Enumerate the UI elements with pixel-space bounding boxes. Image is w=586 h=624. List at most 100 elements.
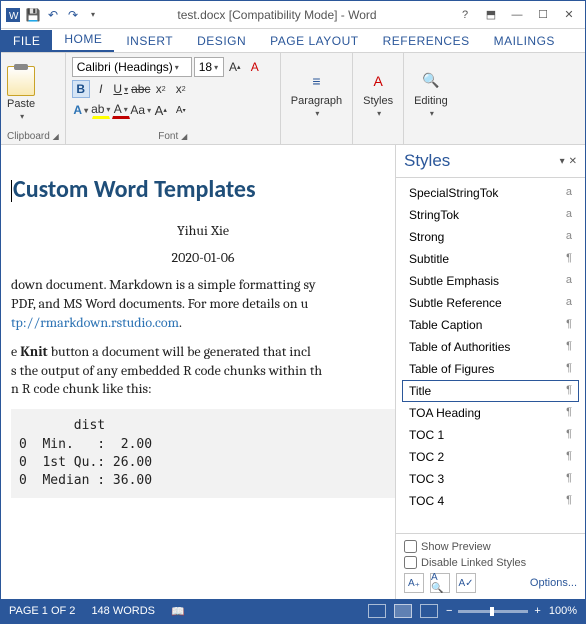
word-count[interactable]: 148 WORDS [91, 605, 155, 617]
window-title: test.docx [Compatibility Mode] - Word [101, 8, 453, 22]
group-editing: 🔍 Editing ▾ [404, 53, 458, 144]
svg-text:W: W [9, 11, 19, 22]
paragraph-button[interactable]: ≡ Paragraph ▾ [287, 67, 346, 120]
strikethrough-button[interactable]: abc [132, 80, 150, 98]
paste-label: Paste [7, 98, 35, 110]
style-item[interactable]: TOC 1¶ [402, 424, 579, 446]
tab-home[interactable]: HOME [52, 28, 114, 52]
tab-insert[interactable]: INSERT [114, 30, 185, 52]
font-size-combo[interactable]: 18▾ [194, 57, 224, 77]
chevron-down-icon: ▾ [430, 109, 434, 118]
save-icon[interactable]: 💾 [25, 7, 41, 23]
find-icon: 🔍 [419, 69, 443, 93]
tab-file[interactable]: FILE [1, 30, 52, 52]
styles-button[interactable]: A Styles ▾ [359, 67, 397, 120]
pane-close-icon[interactable]: ✕ [569, 156, 577, 167]
manage-styles-icon[interactable]: A✓ [456, 573, 476, 593]
document[interactable]: Custom Word Templates Yihui Xie 2020-01-… [1, 145, 395, 599]
shrink-font-button[interactable]: A▾ [172, 101, 190, 119]
style-item[interactable]: SpecialStringToka [402, 182, 579, 204]
style-inspector-icon[interactable]: A🔍 [430, 573, 450, 593]
doc-date: 2020-01-06 [11, 249, 395, 266]
group-clipboard: Paste ▾ Clipboard ◢ [1, 53, 66, 144]
underline-button[interactable]: U▾ [112, 80, 130, 98]
paste-icon [7, 66, 35, 96]
redo-icon[interactable]: ↷ [65, 7, 81, 23]
new-style-icon[interactable]: A₊ [404, 573, 424, 593]
styles-icon: A [366, 69, 390, 93]
styles-options-link[interactable]: Options... [530, 577, 577, 589]
subscript-button[interactable]: x2 [152, 80, 170, 98]
maximize-button[interactable]: ☐ [531, 6, 555, 24]
tab-design[interactable]: DESIGN [185, 30, 258, 52]
styles-list[interactable]: SpecialStringTokaStringTokaStrongaSubtit… [396, 178, 585, 533]
doc-code-block: dist 0 Min. : 2.00 0 1st Qu.: 26.00 0 Me… [11, 409, 395, 498]
style-item[interactable]: TOC 2¶ [402, 446, 579, 468]
style-item[interactable]: Subtle Referencea [402, 292, 579, 314]
highlight-button[interactable]: ab▾ [92, 101, 110, 119]
bold-button[interactable]: B [72, 80, 90, 98]
minimize-button[interactable]: — [505, 6, 529, 24]
page-indicator[interactable]: PAGE 1 OF 2 [9, 605, 75, 617]
ribbon-tabs: FILE HOME INSERT DESIGN PAGE LAYOUT REFE… [1, 29, 585, 53]
editing-button[interactable]: 🔍 Editing ▾ [410, 67, 452, 120]
read-mode-icon[interactable] [368, 604, 386, 618]
tab-page-layout[interactable]: PAGE LAYOUT [258, 30, 370, 52]
title-bar: W 💾 ↶ ↷ ▾ test.docx [Compatibility Mode]… [1, 1, 585, 29]
styles-pane-footer: Show Preview Disable Linked Styles A₊ A🔍… [396, 533, 585, 599]
style-item[interactable]: Subtle Emphasisa [402, 270, 579, 292]
zoom-level[interactable]: 100% [549, 605, 577, 617]
text-effects-button[interactable]: A▾ [72, 101, 90, 119]
quick-access-toolbar: W 💾 ↶ ↷ ▾ [5, 7, 101, 23]
style-item[interactable]: Table Caption¶ [402, 314, 579, 336]
chevron-down-icon: ▾ [377, 109, 381, 118]
increase-font-icon[interactable]: A▴ [226, 58, 244, 76]
undo-icon[interactable]: ↶ [45, 7, 61, 23]
font-name-combo[interactable]: Calibri (Headings)▾ [72, 57, 192, 77]
style-item[interactable]: Table of Figures¶ [402, 358, 579, 380]
doc-author: Yihui Xie [11, 222, 395, 239]
show-preview-checkbox[interactable]: Show Preview [404, 540, 577, 553]
styles-pane-header: Styles ▾ ✕ [396, 145, 585, 178]
window-buttons: ? ⬒ — ☐ ✕ [453, 6, 581, 24]
editing-label: Editing [414, 95, 448, 107]
word-icon: W [5, 7, 21, 23]
doc-link[interactable]: tp://rmarkdown.rstudio.com [11, 314, 179, 331]
chevron-down-icon: ▾ [315, 109, 319, 118]
document-area: Custom Word Templates Yihui Xie 2020-01-… [1, 145, 585, 599]
web-layout-icon[interactable] [420, 604, 438, 618]
help-icon[interactable]: ? [453, 6, 477, 24]
zoom-out-icon[interactable]: − [446, 605, 452, 617]
style-item[interactable]: Subtitle¶ [402, 248, 579, 270]
grow-font-button[interactable]: A▴ [152, 101, 170, 119]
style-item[interactable]: Table of Authorities¶ [402, 336, 579, 358]
qat-custom-icon[interactable]: ▾ [85, 7, 101, 23]
clear-formatting-icon[interactable]: A [246, 58, 264, 76]
doc-title: Custom Word Templates [11, 175, 395, 204]
zoom-slider[interactable]: − + [446, 605, 541, 617]
change-case-button[interactable]: Aa▾ [132, 101, 150, 119]
group-font: Calibri (Headings)▾ 18▾ A▴ A B I U▾ abc … [66, 53, 281, 144]
group-styles: A Styles ▾ [353, 53, 404, 144]
font-color-button[interactable]: A▾ [112, 101, 130, 119]
pane-options-icon[interactable]: ▾ [560, 156, 565, 167]
tab-mailings[interactable]: MAILINGS [482, 30, 567, 52]
clipboard-group-label: Clipboard ◢ [7, 129, 59, 142]
style-item[interactable]: Stronga [402, 226, 579, 248]
paste-button[interactable]: Paste ▾ [7, 66, 35, 121]
superscript-button[interactable]: x2 [172, 80, 190, 98]
style-item[interactable]: TOC 4¶ [402, 490, 579, 512]
style-item[interactable]: TOA Heading¶ [402, 402, 579, 424]
style-item[interactable]: Title¶ [402, 380, 579, 402]
italic-button[interactable]: I [92, 80, 110, 98]
ribbon-display-icon[interactable]: ⬒ [479, 6, 503, 24]
print-layout-icon[interactable] [394, 604, 412, 618]
style-item[interactable]: StringToka [402, 204, 579, 226]
proofing-icon[interactable]: 📖 [171, 605, 185, 618]
styles-label: Styles [363, 95, 393, 107]
tab-references[interactable]: REFERENCES [371, 30, 482, 52]
disable-linked-checkbox[interactable]: Disable Linked Styles [404, 556, 577, 569]
close-button[interactable]: ✕ [557, 6, 581, 24]
style-item[interactable]: TOC 3¶ [402, 468, 579, 490]
zoom-in-icon[interactable]: + [534, 605, 540, 617]
